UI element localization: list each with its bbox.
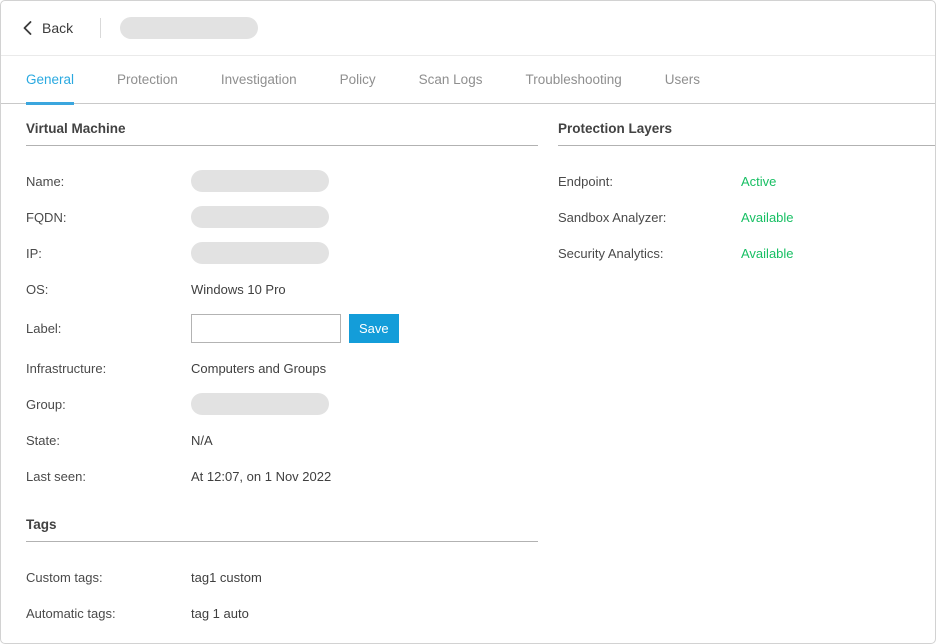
field-row-sandbox-analyzer: Sandbox Analyzer: Available — [558, 206, 935, 228]
field-row-fqdn: FQDN: — [26, 206, 538, 228]
tab-users[interactable]: Users — [665, 56, 700, 103]
status-value: Active — [741, 174, 776, 189]
field-label: Endpoint: — [558, 174, 741, 189]
field-row-state: State: N/A — [26, 429, 538, 451]
field-row-last-seen: Last seen: At 12:07, on 1 Nov 2022 — [26, 465, 538, 487]
status-value: Available — [741, 210, 794, 225]
tab-protection[interactable]: Protection — [117, 56, 178, 103]
field-row-ip: IP: — [26, 242, 538, 264]
protection-layers-section-title: Protection Layers — [558, 104, 935, 146]
redacted-value — [191, 170, 329, 192]
field-label: Infrastructure: — [26, 361, 191, 376]
field-label: Security Analytics: — [558, 246, 741, 261]
tab-scan-logs[interactable]: Scan Logs — [419, 56, 483, 103]
tab-policy[interactable]: Policy — [340, 56, 376, 103]
field-row-automatic-tags: Automatic tags: tag 1 auto — [26, 602, 538, 624]
back-label: Back — [42, 20, 73, 36]
status-value: Available — [741, 246, 794, 261]
tab-general[interactable]: General — [26, 56, 74, 103]
field-row-custom-tags: Custom tags: tag1 custom — [26, 566, 538, 588]
field-label: Sandbox Analyzer: — [558, 210, 741, 225]
content-area: Virtual Machine Name: FQDN: IP: OS: Wind… — [1, 104, 935, 624]
field-value: N/A — [191, 433, 213, 448]
field-label: Label: — [26, 321, 191, 336]
left-column: Virtual Machine Name: FQDN: IP: OS: Wind… — [26, 104, 538, 624]
field-label: State: — [26, 433, 191, 448]
field-label: Automatic tags: — [26, 606, 191, 621]
tab-troubleshooting[interactable]: Troubleshooting — [525, 56, 621, 103]
redacted-value — [191, 206, 329, 228]
field-label: Group: — [26, 397, 191, 412]
field-value: tag 1 auto — [191, 606, 249, 621]
back-button[interactable]: Back — [23, 20, 73, 36]
header-bar: Back — [1, 1, 935, 56]
field-label: OS: — [26, 282, 191, 297]
redacted-machine-name — [120, 17, 258, 39]
field-row-name: Name: — [26, 170, 538, 192]
label-input[interactable] — [191, 314, 341, 343]
field-label: IP: — [26, 246, 191, 261]
virtual-machine-section-title: Virtual Machine — [26, 104, 538, 146]
tab-investigation[interactable]: Investigation — [221, 56, 297, 103]
field-label: Custom tags: — [26, 570, 191, 585]
field-value: At 12:07, on 1 Nov 2022 — [191, 469, 331, 484]
redacted-value — [191, 242, 329, 264]
field-value: tag1 custom — [191, 570, 262, 585]
field-row-os: OS: Windows 10 Pro — [26, 278, 538, 300]
field-row-endpoint: Endpoint: Active — [558, 170, 935, 192]
field-row-security-analytics: Security Analytics: Available — [558, 242, 935, 264]
right-column: Protection Layers Endpoint: Active Sandb… — [558, 104, 935, 624]
field-value: Windows 10 Pro — [191, 282, 286, 297]
field-value: Computers and Groups — [191, 361, 326, 376]
tab-bar: General Protection Investigation Policy … — [1, 56, 935, 104]
machine-details-window: Back General Protection Investigation Po… — [0, 0, 936, 644]
tags-section-title: Tags — [26, 500, 538, 542]
header-divider — [100, 18, 101, 38]
field-label: Name: — [26, 174, 191, 189]
save-button[interactable]: Save — [349, 314, 399, 343]
field-label: FQDN: — [26, 210, 191, 225]
field-row-infrastructure: Infrastructure: Computers and Groups — [26, 357, 538, 379]
chevron-left-icon — [23, 21, 32, 35]
field-label: Last seen: — [26, 469, 191, 484]
redacted-value — [191, 393, 329, 415]
field-row-group: Group: — [26, 393, 538, 415]
field-row-label: Label: Save — [26, 314, 538, 343]
